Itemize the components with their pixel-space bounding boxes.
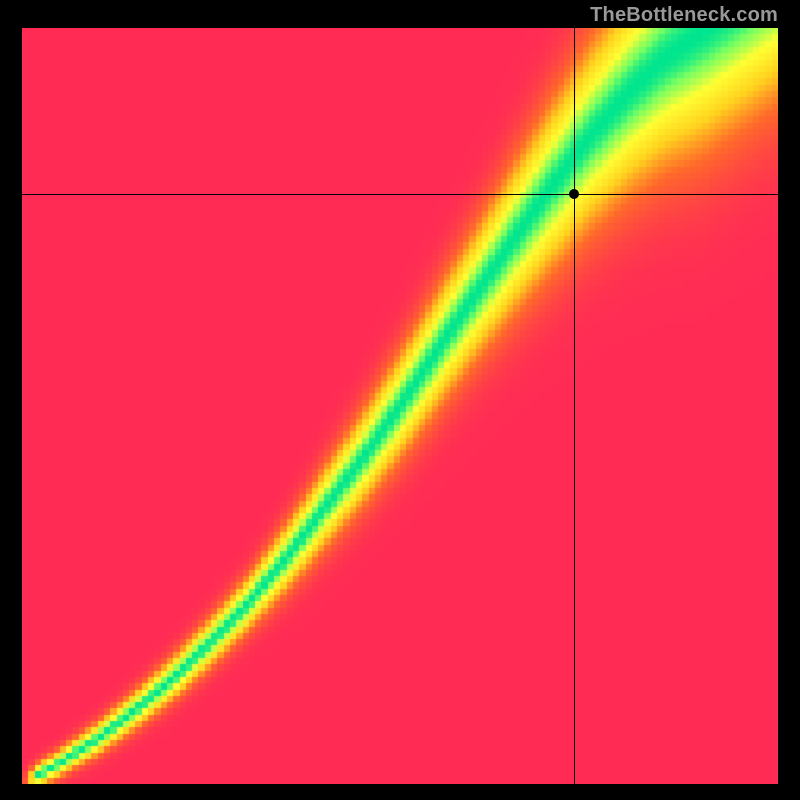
heatmap-canvas — [22, 28, 778, 784]
crosshair-vertical — [574, 28, 575, 784]
crosshair-marker — [569, 189, 579, 199]
watermark-text: TheBottleneck.com — [590, 4, 778, 27]
heatmap-plot — [22, 28, 778, 784]
crosshair-horizontal — [22, 194, 778, 195]
chart-frame: TheBottleneck.com — [0, 0, 800, 800]
